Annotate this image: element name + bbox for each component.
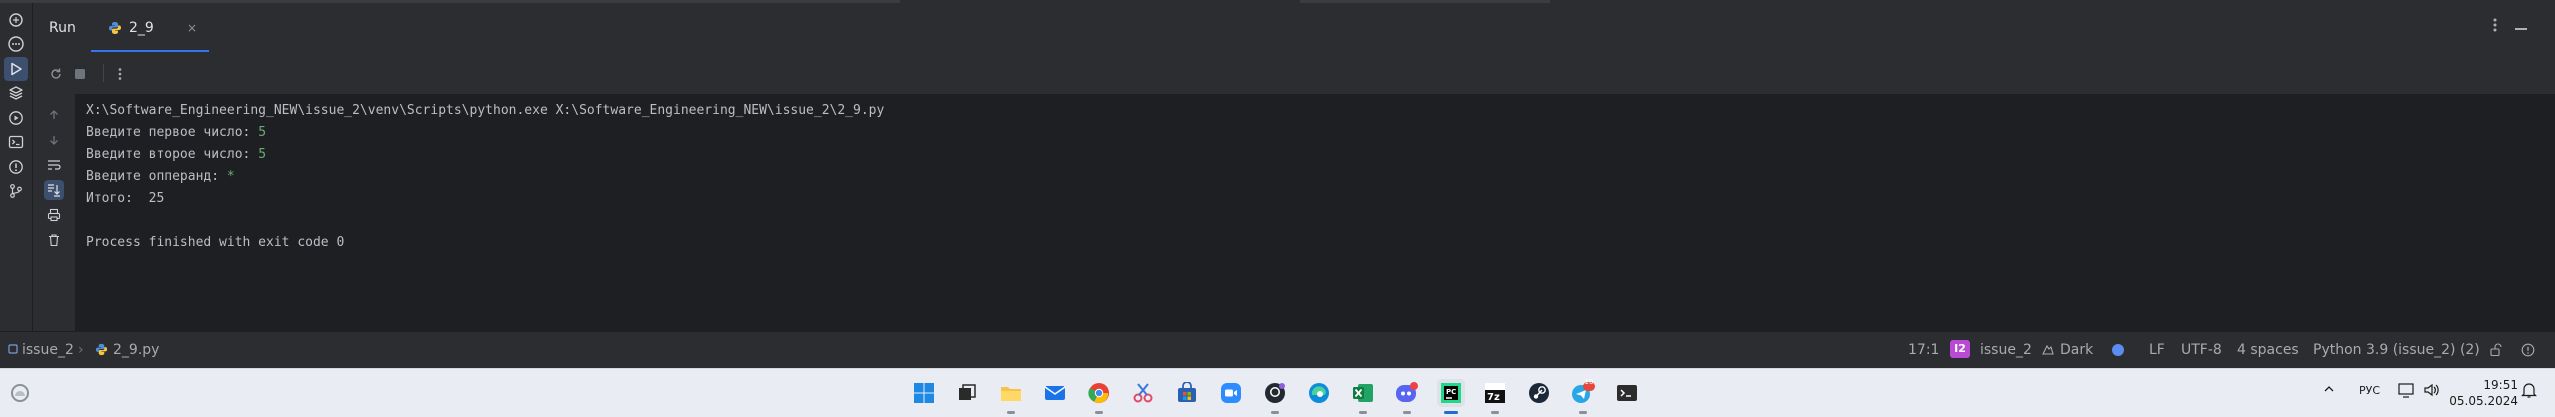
telegram-icon[interactable]: 10: [1569, 378, 1597, 414]
theme-name[interactable]: Dark: [2060, 342, 2093, 358]
edge-icon[interactable]: [1305, 379, 1333, 407]
user-input: *: [226, 169, 235, 184]
microsoft-store-icon[interactable]: [1173, 379, 1201, 407]
line-ending[interactable]: LF: [2149, 342, 2165, 358]
status-bar: issue_2 › 2_9.py 17:1 I2 issue_2 Dark LF…: [0, 331, 2555, 368]
notifications-icon[interactable]: [2521, 343, 2535, 357]
breadcrumb-separator: ›: [78, 342, 84, 358]
run-toolbar: [33, 52, 2555, 94]
running-indicator: [1579, 411, 1587, 414]
stop-icon[interactable]: [70, 64, 90, 84]
running-indicator: [1359, 411, 1367, 414]
toolbar-divider: [103, 64, 104, 82]
console-gutter: [33, 94, 75, 331]
project-badge: I2: [1950, 340, 1970, 358]
zoom-icon[interactable]: [1217, 379, 1245, 407]
running-indicator: [1403, 411, 1411, 414]
svg-text:PC: PC: [1446, 388, 1456, 396]
more-tools-icon[interactable]: [4, 32, 28, 56]
services-icon[interactable]: [4, 106, 28, 130]
clock-time: 19:51: [2483, 378, 2518, 392]
weather-widget-icon[interactable]: [6, 379, 34, 407]
tab-label: 2_9: [129, 20, 154, 36]
console-line: Введите первое число: 5: [86, 125, 267, 140]
rerun-icon[interactable]: [46, 64, 66, 84]
scroll-down-icon[interactable]: [44, 130, 64, 150]
chrome-icon[interactable]: [1085, 379, 1113, 414]
file-explorer-icon[interactable]: [997, 379, 1025, 414]
notification-bell-icon[interactable]: [2521, 382, 2537, 398]
clear-all-icon[interactable]: [44, 230, 64, 250]
toolbar-more-icon[interactable]: [110, 64, 130, 84]
terminal-icon[interactable]: [1613, 379, 1641, 407]
task-view-icon[interactable]: [953, 379, 981, 407]
tab-close-icon[interactable]: ×: [187, 21, 197, 35]
python-console-icon[interactable]: [4, 8, 28, 32]
discord-icon[interactable]: [1393, 379, 1421, 414]
steam-icon[interactable]: [1525, 379, 1553, 407]
breadcrumb-file[interactable]: 2_9.py: [113, 342, 159, 358]
soft-wrap-icon[interactable]: [44, 155, 64, 175]
scroll-to-end-icon[interactable]: [44, 180, 64, 200]
python-interpreter[interactable]: Python 3.9 (issue_2) (2): [2313, 342, 2480, 358]
volume-icon[interactable]: [2423, 382, 2441, 398]
python-packages-icon[interactable]: [4, 81, 28, 105]
windows-start-icon[interactable]: [910, 379, 938, 407]
file-encoding[interactable]: UTF-8: [2181, 342, 2222, 358]
console-line: Введите опперанд: *: [86, 169, 235, 184]
user-input: 5: [258, 125, 267, 140]
console-line: Process finished with exit code 0: [86, 235, 345, 250]
cursor-position[interactable]: 17:1: [1908, 342, 1939, 358]
console-output[interactable]: X:\Software_Engineering_NEW\issue_2\venv…: [76, 94, 2555, 331]
theme-icon: [2042, 343, 2054, 355]
module-icon: [8, 344, 18, 354]
7zip-icon[interactable]: 7z: [1481, 379, 1509, 414]
mail-icon[interactable]: [1041, 379, 1069, 407]
input-language[interactable]: РУС: [2359, 384, 2380, 397]
console-line: X:\Software_Engineering_NEW\issue_2\venv…: [86, 103, 885, 118]
git-icon[interactable]: [4, 179, 28, 203]
python-file-icon: [95, 343, 108, 356]
run-tool-icon[interactable]: [4, 57, 28, 81]
minimize-icon[interactable]: [2515, 28, 2527, 30]
tool-window-stripe: [0, 3, 33, 333]
problems-icon[interactable]: [4, 155, 28, 179]
lock-icon[interactable]: [2489, 343, 2503, 357]
project-name[interactable]: issue_2: [1980, 342, 2032, 358]
run-tool-window-header: Run 2_9 ×: [33, 3, 2555, 52]
snipping-tool-icon[interactable]: [1129, 379, 1157, 407]
running-indicator: [1444, 411, 1458, 414]
user-input: 5: [258, 147, 267, 162]
tab-2-9[interactable]: 2_9 ×: [91, 3, 209, 52]
more-options-icon[interactable]: [2493, 17, 2497, 33]
breadcrumb-project[interactable]: issue_2: [22, 342, 74, 358]
terminal-tool-icon[interactable]: [4, 130, 28, 154]
console-line: Введите второе число: 5: [86, 147, 267, 162]
running-indicator: [1095, 411, 1103, 414]
run-title: Run: [49, 20, 76, 36]
show-hidden-icons-icon[interactable]: [2323, 383, 2335, 395]
python-file-icon: [108, 21, 122, 35]
github-desktop-icon[interactable]: [1261, 379, 1289, 414]
indent-setting[interactable]: 4 spaces: [2237, 342, 2299, 358]
running-indicator: [1007, 411, 1015, 414]
scroll-up-icon[interactable]: [44, 105, 64, 125]
system-clock[interactable]: 19:51 05.05.2024: [2449, 377, 2518, 409]
running-indicator: [1491, 411, 1499, 414]
running-indicator: [1271, 411, 1279, 414]
console-line: Итого: 25: [86, 191, 165, 206]
network-icon[interactable]: [2398, 382, 2416, 398]
ai-assistant-icon[interactable]: [2112, 344, 2124, 356]
unread-badge: 10: [1584, 378, 1594, 386]
svg-text:7z: 7z: [1487, 392, 1500, 403]
excel-icon[interactable]: [1349, 379, 1377, 414]
clock-date: 05.05.2024: [2449, 394, 2518, 408]
pycharm-icon[interactable]: PC: [1437, 379, 1465, 414]
windows-taskbar: PC 7z 10 РУС 19:51 05.05.2024: [0, 368, 2555, 417]
print-icon[interactable]: [44, 205, 64, 225]
